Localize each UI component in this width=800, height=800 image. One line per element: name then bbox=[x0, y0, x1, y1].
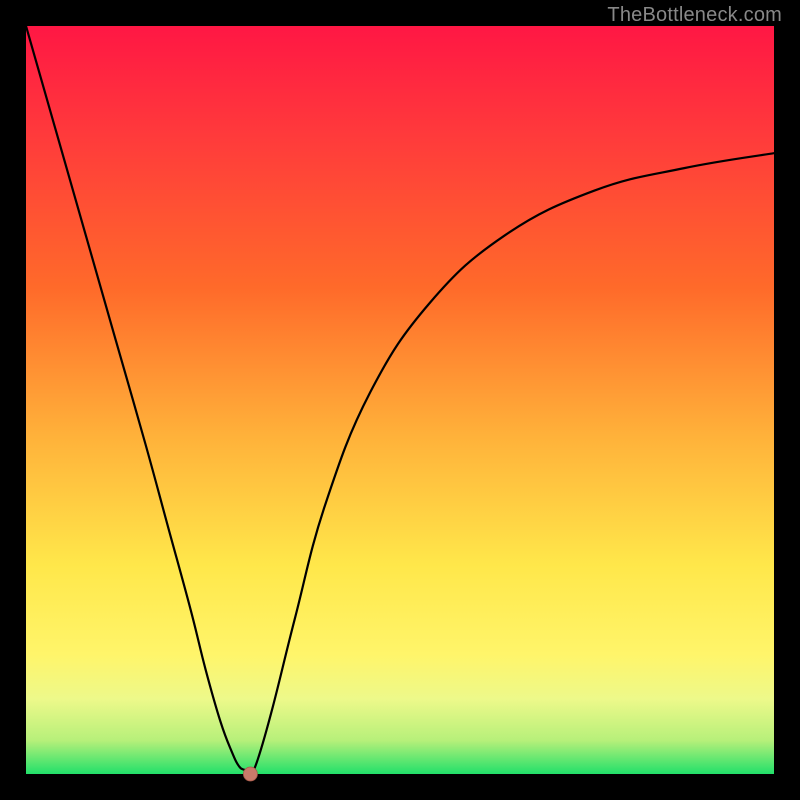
watermark-text: TheBottleneck.com bbox=[607, 4, 782, 27]
chart-svg bbox=[0, 0, 800, 800]
chart-background bbox=[26, 26, 774, 774]
chart-container: TheBottleneck.com bbox=[0, 0, 800, 800]
optimal-point-marker bbox=[243, 767, 257, 781]
